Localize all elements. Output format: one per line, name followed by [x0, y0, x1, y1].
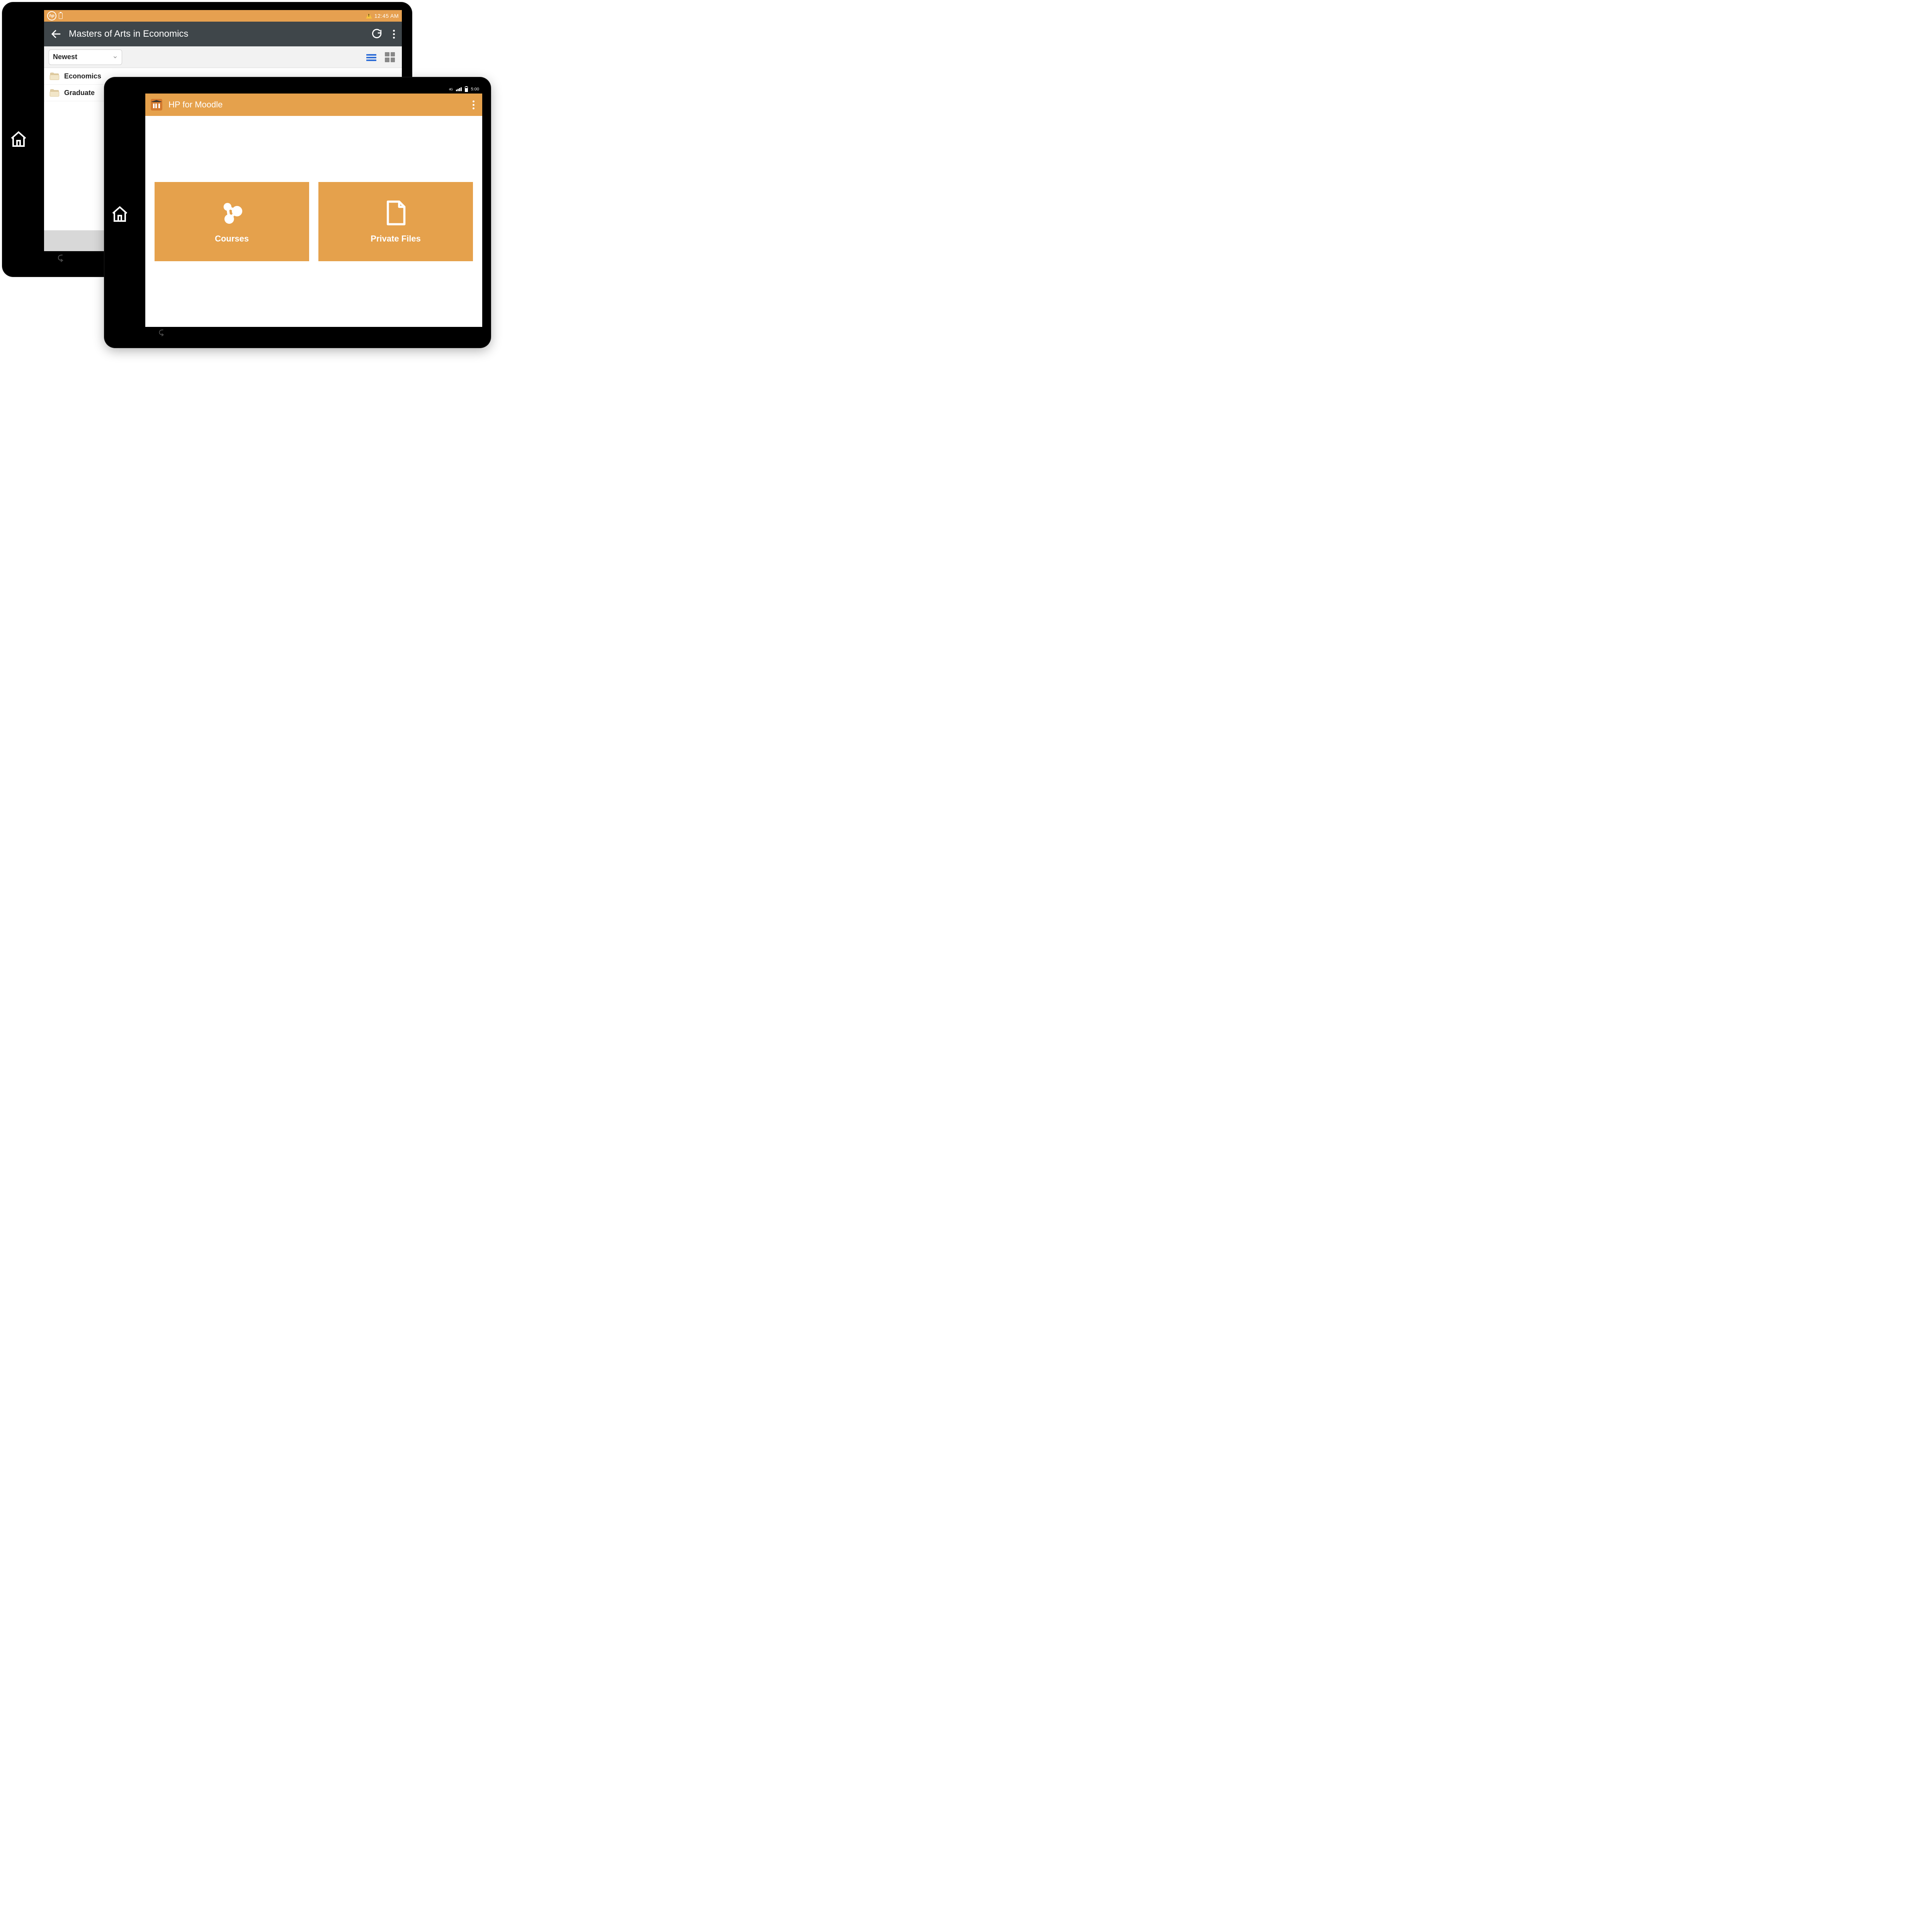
nav-back-icon[interactable] — [56, 253, 66, 263]
android-nav-bar — [145, 327, 482, 338]
home-icon — [9, 130, 28, 148]
home-button[interactable] — [111, 205, 129, 223]
list-item-label: Graduate — [64, 89, 95, 97]
back-arrow-icon[interactable] — [50, 28, 62, 40]
app-bar: HP for Moodle — [145, 94, 482, 116]
list-item-label: Economics — [64, 72, 101, 80]
title-bar: Masters of Arts in Economics — [44, 22, 402, 46]
tile-label: Courses — [215, 234, 249, 244]
front-screen: 4G 5:00 HP for Moodle Courses — [145, 85, 482, 338]
folder-icon — [49, 88, 60, 97]
signal-icon — [456, 87, 462, 91]
battery-icon — [465, 87, 468, 92]
folder-icon — [49, 72, 60, 80]
nav-back-icon[interactable] — [158, 328, 166, 337]
tablet-front: 4G 5:00 HP for Moodle Courses — [104, 77, 491, 348]
app-title: HP for Moodle — [168, 100, 464, 110]
chevron-down-icon — [112, 54, 118, 60]
status-bar: hp 12:45 AM — [44, 10, 402, 22]
status-bar: 4G 5:00 — [145, 85, 482, 94]
sort-dropdown-label: Newest — [53, 53, 77, 61]
overflow-menu-icon[interactable] — [390, 30, 398, 39]
tile-label: Private Files — [371, 234, 421, 244]
moodle-logo-icon — [151, 99, 162, 111]
refresh-icon[interactable] — [371, 28, 383, 40]
battery-icon — [59, 13, 63, 19]
page-title: Masters of Arts in Economics — [69, 29, 364, 39]
share-icon — [218, 199, 246, 227]
sort-dropdown[interactable]: Newest — [49, 49, 122, 65]
hp-logo-icon: hp — [47, 11, 56, 20]
home-button[interactable] — [9, 130, 28, 148]
list-toolbar: Newest — [44, 46, 402, 68]
list-view-button[interactable] — [366, 53, 376, 61]
network-label: 4G — [449, 88, 453, 91]
clock-text: 5:00 — [471, 87, 479, 92]
courses-tile[interactable]: Courses — [155, 182, 309, 261]
home-tiles: Courses Private Files — [145, 116, 482, 327]
clock-text: 12:45 AM — [374, 13, 399, 19]
overflow-menu-icon[interactable] — [470, 100, 477, 109]
private-files-tile[interactable]: Private Files — [318, 182, 473, 261]
home-icon — [111, 205, 129, 223]
file-icon — [382, 199, 410, 227]
grid-view-button[interactable] — [385, 52, 395, 62]
warning-icon — [366, 13, 372, 19]
